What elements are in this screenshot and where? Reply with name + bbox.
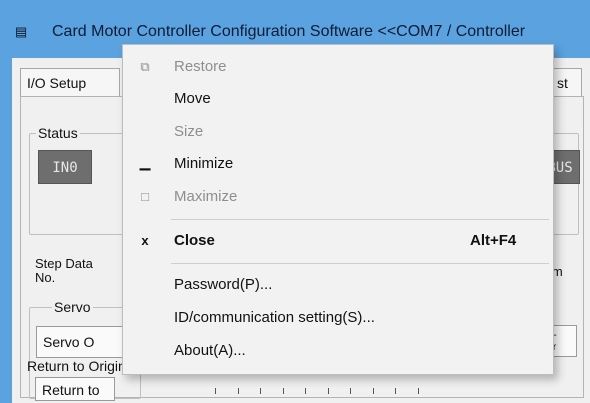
tab-partial-label: st — [557, 75, 568, 91]
tab-partial[interactable]: st — [552, 68, 582, 96]
in0-indicator[interactable]: IN0 — [38, 150, 92, 184]
app-icon[interactable]: ▤ — [16, 22, 36, 42]
restore-icon: ⧉ — [140, 59, 150, 74]
menu-item-restore[interactable]: ⧉ Restore — [123, 51, 553, 83]
minimize-icon: ▁ — [139, 154, 151, 170]
close-icon: x — [141, 233, 149, 248]
window-title: Card Motor Controller Configuration Soft… — [52, 23, 526, 40]
return-to-origin-button[interactable]: Return to — [35, 377, 115, 401]
system-menu: ⧉ Restore Move Size ▁ Minimize □ Maximiz… — [122, 44, 554, 375]
maximize-icon: □ — [141, 189, 149, 204]
menu-item-id-communication-setting[interactable]: ID/communication setting(S)... — [123, 302, 553, 334]
menu-item-move[interactable]: Move — [123, 83, 553, 115]
step-data-label: Step Data No. — [35, 256, 93, 285]
menu-item-minimize[interactable]: ▁ Minimize — [123, 148, 553, 180]
tab-io-setup[interactable]: I/O Setup — [20, 68, 120, 96]
menu-separator — [171, 263, 549, 264]
servo-on-button[interactable]: Servo O — [36, 326, 136, 358]
menu-separator — [171, 219, 549, 220]
status-group-label: Status — [36, 125, 80, 141]
menu-item-password[interactable]: Password(P)... — [123, 269, 553, 301]
tab-io-setup-label: I/O Setup — [27, 75, 87, 91]
menu-item-close[interactable]: x Close Alt+F4 — [123, 225, 553, 257]
menu-item-maximize[interactable]: □ Maximize — [123, 181, 553, 213]
menu-item-size[interactable]: Size — [123, 116, 553, 148]
menu-item-about[interactable]: About(A)... — [123, 335, 553, 367]
close-accelerator: Alt+F4 — [470, 232, 517, 249]
return-to-origin-label: Return to Origin — [27, 358, 126, 374]
servo-group-label: Servo — [52, 299, 93, 315]
